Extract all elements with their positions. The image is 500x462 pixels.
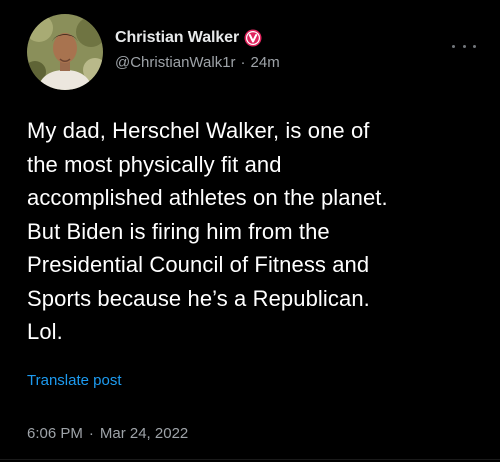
tweet-text-line: Lol. (27, 319, 63, 344)
tweet-text-line: Sports because he’s a Republican. (27, 285, 370, 311)
more-options-button[interactable] (452, 40, 476, 52)
more-horizontal-icon-dot (473, 44, 476, 48)
relative-time[interactable]: 24m (251, 54, 280, 71)
more-horizontal-icon-dot (462, 44, 466, 48)
verified-v-icon (244, 29, 262, 47)
more-horizontal-icon (452, 44, 455, 48)
tweet-card: Christian Walker @ChristianWalk1r · 24m My… (0, 0, 500, 462)
avatar-image (27, 14, 103, 90)
timestamp-separator: · (88, 425, 94, 442)
author-name-row: Christian Walker (115, 29, 262, 47)
handle-separator: · (240, 54, 246, 71)
author-display-name[interactable]: Christian Walker (115, 29, 239, 47)
tweet-text-line: accomplished athletes on the planet. (27, 185, 388, 210)
tweet-text-line: But Biden is firing him from the (27, 218, 330, 244)
post-time[interactable]: 6:06 PM (27, 425, 83, 442)
avatar[interactable] (27, 14, 103, 90)
tweet-text-line: the most physically fit and (27, 151, 282, 177)
timestamp-row: 6:06 PM · Mar 24, 2022 (27, 425, 188, 442)
tweet-text-line: Presidential Council of Fitness and (27, 252, 370, 277)
translate-post-link[interactable]: Translate post (27, 372, 122, 389)
divider (0, 459, 500, 460)
tweet-text: My dad, Herschel Walker, is one of the m… (27, 114, 487, 349)
author-handle-row: @ChristianWalk1r · 24m (115, 54, 280, 71)
tweet-text-line: My dad, Herschel Walker, is one of (27, 118, 370, 143)
author-handle[interactable]: @ChristianWalk1r (115, 54, 236, 71)
post-date[interactable]: Mar 24, 2022 (100, 425, 188, 442)
